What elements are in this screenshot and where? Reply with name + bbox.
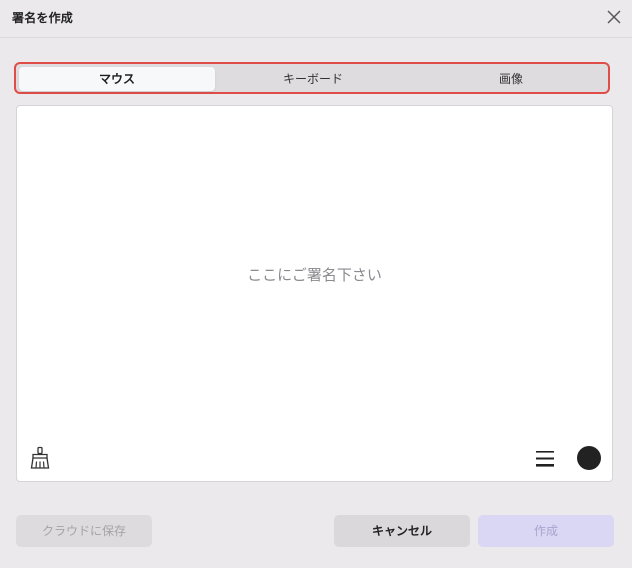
title-divider: [0, 37, 632, 38]
pen-color-picker[interactable]: [577, 446, 601, 470]
cancel-button[interactable]: キャンセル: [334, 515, 470, 547]
clear-button[interactable]: [29, 446, 51, 470]
close-icon: [607, 10, 621, 24]
dialog-title: 署名を作成: [12, 11, 74, 25]
title-bar: 署名を作成: [0, 0, 632, 36]
create-signature-dialog: 署名を作成 マウス キーボード 画像 ここにご署名下さい クラウドに保存 キャン…: [0, 0, 632, 568]
signature-canvas[interactable]: ここにご署名下さい: [16, 105, 613, 482]
stroke-width-button[interactable]: [535, 450, 555, 468]
tab-image[interactable]: 画像: [413, 67, 609, 91]
create-button[interactable]: 作成: [478, 515, 614, 547]
tab-mouse[interactable]: マウス: [19, 67, 215, 91]
close-button[interactable]: [605, 8, 623, 26]
signature-placeholder: ここにご署名下さい: [247, 266, 382, 284]
tab-keyboard[interactable]: キーボード: [215, 67, 411, 91]
input-method-tabs: マウス キーボード 画像: [14, 62, 610, 94]
broom-icon: [30, 446, 50, 469]
line-weight-icon: [536, 451, 554, 467]
save-to-cloud-button[interactable]: クラウドに保存: [16, 515, 152, 547]
